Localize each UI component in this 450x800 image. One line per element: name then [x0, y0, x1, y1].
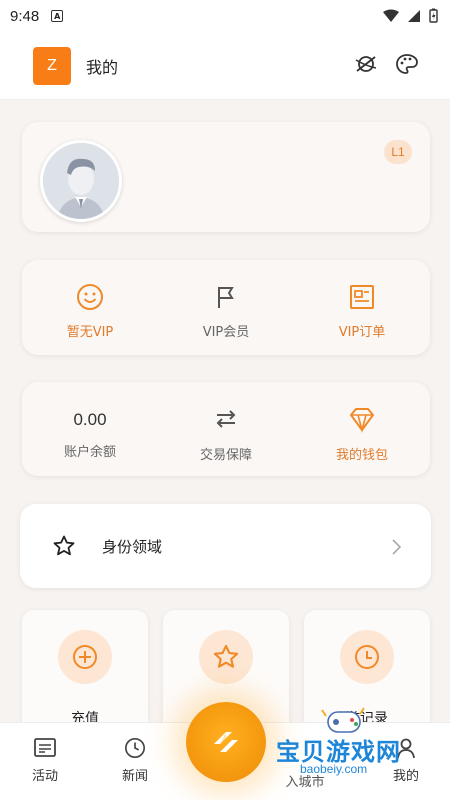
palette-icon[interactable] [395, 52, 419, 76]
balance-label: 账户余额 [63, 445, 116, 460]
watermark: 宝贝游戏网 baobeiy.com [262, 704, 432, 784]
my-wallet-cell[interactable]: 我的钱包 [294, 382, 430, 476]
signal-icon [408, 9, 420, 22]
nav-activity[interactable]: 活动 [15, 737, 75, 784]
flag-icon [218, 287, 234, 308]
battery-icon [429, 8, 438, 23]
plus-circle-icon [73, 645, 97, 669]
swap-icon [216, 410, 236, 428]
star-icon [213, 644, 239, 668]
page-title: 我的 [86, 58, 119, 77]
top-header: Z 我的 [0, 32, 450, 100]
status-bar: 9:48 A [0, 0, 450, 32]
news-icon [34, 738, 56, 757]
vip-card: 暂无VIP VIP会员 VIP订单 [22, 260, 430, 355]
recharge-tile[interactable]: 充值 [22, 610, 148, 740]
identity-row[interactable]: 身份领域 [20, 504, 431, 588]
watermark-url: baobeiy.com [300, 762, 368, 776]
vip-order-label: VIP订单 [338, 325, 386, 340]
recharge-icon-circle [58, 630, 112, 684]
status-icons [383, 8, 438, 23]
app-avatar[interactable]: Z [33, 47, 71, 85]
chevron-right-icon [392, 539, 402, 555]
wallet-card: 0.00 账户余额 交易保障 我的钱包 [22, 382, 430, 476]
balance-cell[interactable]: 0.00 账户余额 [22, 382, 158, 476]
vip-order-cell[interactable]: VIP订单 [294, 260, 430, 355]
user-avatar[interactable] [40, 140, 122, 222]
favorite-icon-circle [199, 630, 253, 684]
status-a-icon: A [51, 10, 64, 22]
vip-member-label: VIP会员 [202, 325, 250, 340]
theme-toggle-icon[interactable] [354, 52, 378, 76]
center-action-button[interactable] [186, 702, 266, 782]
wifi-icon [383, 9, 399, 22]
no-vip-cell[interactable]: 暂无VIP [22, 260, 158, 355]
diamond-icon [350, 408, 374, 433]
nav-news[interactable]: 新闻 [105, 737, 165, 784]
trade-guarantee-cell[interactable]: 交易保障 [158, 382, 294, 476]
nav-activity-label: 活动 [31, 769, 58, 784]
vip-member-cell[interactable]: VIP会员 [158, 260, 294, 355]
identity-label: 身份领域 [102, 538, 163, 556]
status-time: 9:48 [10, 7, 40, 25]
history-icon-circle [340, 630, 394, 684]
level-badge: L1 [384, 140, 412, 164]
trade-guarantee-label: 交易保障 [199, 448, 252, 463]
default-avatar-icon [43, 143, 119, 219]
balance-value: 0.00 [73, 410, 107, 429]
app-logo-icon [214, 732, 238, 752]
nav-news-label: 新闻 [121, 769, 148, 784]
id-card-icon [350, 285, 374, 309]
my-wallet-label: 我的钱包 [335, 448, 388, 463]
star-icon [53, 535, 75, 556]
clock-icon [125, 738, 145, 758]
profile-card[interactable]: L1 [22, 122, 430, 232]
no-vip-label: 暂无VIP [66, 325, 114, 340]
clock-icon [355, 645, 379, 669]
smile-icon [77, 284, 103, 310]
